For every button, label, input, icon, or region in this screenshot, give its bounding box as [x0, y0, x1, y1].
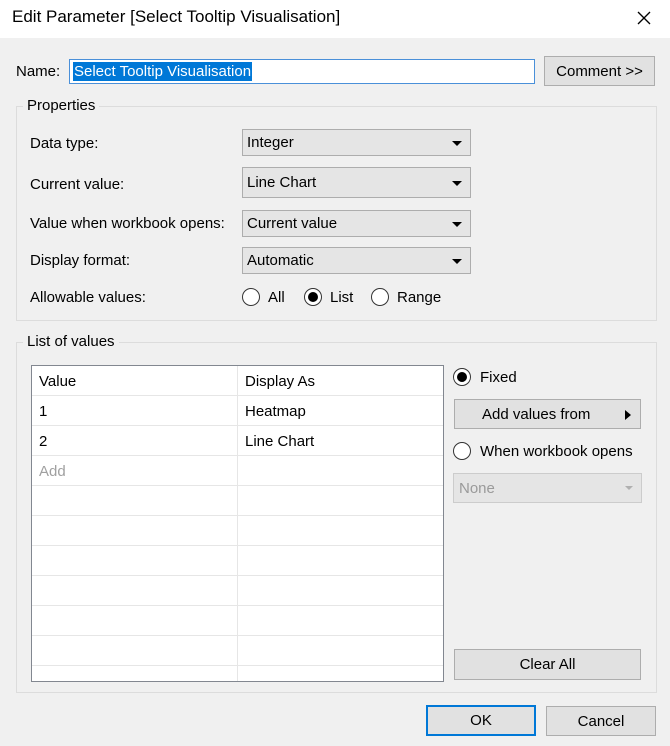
chevron-down-icon — [452, 181, 462, 186]
table-cell-display-as[interactable]: Line Chart — [245, 433, 314, 450]
chevron-down-icon — [452, 259, 462, 264]
comment-button[interactable]: Comment >> — [544, 56, 655, 86]
table-cell-value[interactable]: 1 — [39, 403, 47, 420]
current-value-value: Line Chart — [247, 174, 317, 191]
table-add-row[interactable]: Add — [32, 456, 443, 486]
value-when-opens-label: Value when workbook opens: — [30, 215, 225, 232]
when-workbook-opens-radio[interactable] — [453, 442, 471, 460]
add-values-from-label: Add values from — [482, 405, 591, 423]
allowable-all-radio[interactable] — [242, 288, 260, 306]
display-format-select[interactable]: Automatic — [242, 247, 471, 274]
data-type-select[interactable]: Integer — [242, 129, 471, 156]
when-workbook-opens-label[interactable]: When workbook opens — [480, 443, 633, 460]
current-value-label: Current value: — [30, 176, 125, 193]
data-type-label: Data type: — [30, 135, 99, 152]
ok-button[interactable]: OK — [426, 705, 536, 736]
value-when-opens-select[interactable]: Current value — [242, 210, 471, 237]
table-header-row: Value Display As — [32, 366, 443, 396]
name-input-value: Select Tooltip Visualisation — [73, 62, 253, 81]
data-type-value: Integer — [247, 134, 294, 151]
properties-group-title: Properties — [23, 97, 100, 114]
allowable-all-label[interactable]: All — [268, 289, 285, 306]
fixed-label[interactable]: Fixed — [480, 369, 517, 386]
clear-all-button[interactable]: Clear All — [454, 649, 641, 680]
add-row-placeholder[interactable]: Add — [39, 463, 66, 480]
workbook-opens-select-value: None — [459, 479, 495, 497]
table-empty-row — [32, 636, 443, 666]
allowable-values-label: Allowable values: — [30, 289, 146, 306]
window-title: Edit Parameter [Select Tooltip Visualisa… — [12, 7, 341, 26]
close-button[interactable] — [630, 4, 658, 32]
chevron-down-icon — [452, 141, 462, 146]
close-icon — [637, 11, 651, 25]
value-when-opens-value: Current value — [247, 215, 338, 232]
add-values-from-button[interactable]: Add values from — [454, 399, 641, 429]
fixed-radio[interactable] — [453, 368, 471, 386]
chevron-right-icon — [625, 410, 631, 420]
table-empty-row — [32, 546, 443, 576]
allowable-range-radio[interactable] — [371, 288, 389, 306]
title-bar: Edit Parameter [Select Tooltip Visualisa… — [0, 0, 670, 38]
table-empty-row — [32, 516, 443, 546]
column-header-value: Value — [39, 373, 77, 390]
table-cell-display-as[interactable]: Heatmap — [245, 403, 306, 420]
values-table[interactable]: Value Display As 1 Heatmap 2 Line Chart … — [31, 365, 444, 682]
display-format-value: Automatic — [247, 252, 314, 269]
workbook-opens-select[interactable]: None — [453, 473, 642, 503]
cancel-button[interactable]: Cancel — [546, 706, 656, 736]
name-input[interactable]: Select Tooltip Visualisation — [69, 59, 535, 84]
current-value-select[interactable]: Line Chart — [242, 167, 471, 198]
allowable-list-radio[interactable] — [304, 288, 322, 306]
column-header-display-as: Display As — [245, 373, 316, 390]
allowable-range-label[interactable]: Range — [397, 289, 441, 306]
display-format-label: Display format: — [30, 252, 131, 269]
list-of-values-group-title: List of values — [23, 333, 119, 350]
table-row[interactable]: 1 Heatmap — [32, 396, 443, 426]
table-empty-row — [32, 576, 443, 606]
allowable-list-label[interactable]: List — [330, 289, 353, 306]
table-row[interactable]: 2 Line Chart — [32, 426, 443, 456]
table-cell-value[interactable]: 2 — [39, 433, 47, 450]
table-empty-row — [32, 606, 443, 636]
table-empty-row — [32, 486, 443, 516]
name-label: Name: — [16, 63, 61, 80]
chevron-down-icon — [452, 222, 462, 227]
chevron-down-icon — [625, 486, 633, 490]
